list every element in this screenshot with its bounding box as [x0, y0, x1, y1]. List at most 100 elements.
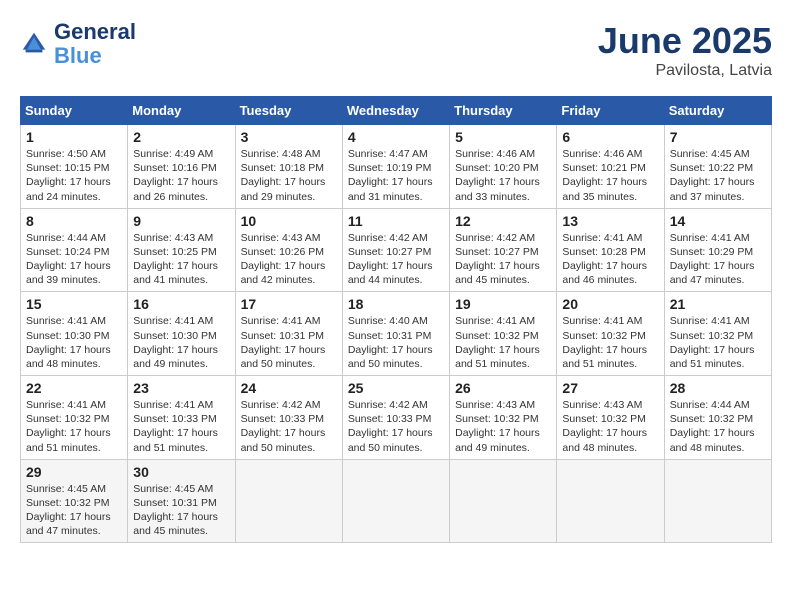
table-row: 2Sunrise: 4:49 AMSunset: 10:16 PMDayligh…: [128, 125, 235, 209]
day-number: 17: [241, 296, 337, 312]
day-number: 13: [562, 213, 658, 229]
day-info: Sunrise: 4:42 AMSunset: 10:33 PMDaylight…: [241, 398, 337, 455]
table-row: 22Sunrise: 4:41 AMSunset: 10:32 PMDaylig…: [21, 376, 128, 460]
calendar-title: June 2025: [598, 20, 772, 62]
table-row: 15 Sunrise: 4:41 AMSunset: 10:30 PMDaylig…: [21, 292, 128, 376]
day-info: Sunrise: 4:41 AMSunset: 10:31 PMDaylight…: [241, 314, 337, 371]
day-number: 28: [670, 380, 766, 396]
table-row: 6Sunrise: 4:46 AMSunset: 10:21 PMDayligh…: [557, 125, 664, 209]
table-row: [557, 459, 664, 543]
day-number: 14: [670, 213, 766, 229]
calendar-row: 8 Sunrise: 4:44 AMSunset: 10:24 PMDayligh…: [21, 208, 772, 292]
day-info: Sunrise: 4:48 AMSunset: 10:18 PMDaylight…: [241, 147, 337, 204]
day-number: 29: [26, 464, 122, 480]
day-number: 6: [562, 129, 658, 145]
col-thursday: Thursday: [450, 97, 557, 125]
table-row: 8 Sunrise: 4:44 AMSunset: 10:24 PMDayligh…: [21, 208, 128, 292]
page-header: General Blue June 2025 Pavilosta, Latvia: [20, 20, 772, 80]
calendar-row: 1Sunrise: 4:50 AMSunset: 10:15 PMDayligh…: [21, 125, 772, 209]
day-number: 19: [455, 296, 551, 312]
table-row: 12Sunrise: 4:42 AMSunset: 10:27 PMDaylig…: [450, 208, 557, 292]
col-monday: Monday: [128, 97, 235, 125]
col-sunday: Sunday: [21, 97, 128, 125]
day-number: 3: [241, 129, 337, 145]
day-info: Sunrise: 4:40 AMSunset: 10:31 PMDaylight…: [348, 314, 444, 371]
day-number: 23: [133, 380, 229, 396]
day-info: Sunrise: 4:41 AMSunset: 10:30 PMDaylight…: [133, 314, 229, 371]
calendar-row: 15 Sunrise: 4:41 AMSunset: 10:30 PMDaylig…: [21, 292, 772, 376]
day-info: Sunrise: 4:47 AMSunset: 10:19 PMDaylight…: [348, 147, 444, 204]
table-row: [664, 459, 771, 543]
table-row: 1Sunrise: 4:50 AMSunset: 10:15 PMDayligh…: [21, 125, 128, 209]
day-number: 8: [26, 213, 122, 229]
calendar-table: Sunday Monday Tuesday Wednesday Thursday…: [20, 96, 772, 543]
day-number: 25: [348, 380, 444, 396]
table-row: [450, 459, 557, 543]
col-wednesday: Wednesday: [342, 97, 449, 125]
table-row: 29 Sunrise: 4:45 AMSunset: 10:32 PMDaylig…: [21, 459, 128, 543]
table-row: 11Sunrise: 4:42 AMSunset: 10:27 PMDaylig…: [342, 208, 449, 292]
table-row: 19 Sunrise: 4:41 AMSunset: 10:32 PMDaylig…: [450, 292, 557, 376]
day-info: Sunrise: 4:46 AMSunset: 10:20 PMDaylight…: [455, 147, 551, 204]
table-row: 3 Sunrise: 4:48 AMSunset: 10:18 PMDayligh…: [235, 125, 342, 209]
calendar-row: 22Sunrise: 4:41 AMSunset: 10:32 PMDaylig…: [21, 376, 772, 460]
table-row: 23 Sunrise: 4:41 AMSunset: 10:33 PMDaylig…: [128, 376, 235, 460]
day-info: Sunrise: 4:41 AMSunset: 10:32 PMDaylight…: [562, 314, 658, 371]
table-row: [342, 459, 449, 543]
calendar-row: 29 Sunrise: 4:45 AMSunset: 10:32 PMDaylig…: [21, 459, 772, 543]
table-row: 25 Sunrise: 4:42 AMSunset: 10:33 PMDaylig…: [342, 376, 449, 460]
table-row: 9Sunrise: 4:43 AMSunset: 10:25 PMDayligh…: [128, 208, 235, 292]
day-number: 26: [455, 380, 551, 396]
table-row: 7Sunrise: 4:45 AMSunset: 10:22 PMDayligh…: [664, 125, 771, 209]
table-row: 16Sunrise: 4:41 AMSunset: 10:30 PMDaylig…: [128, 292, 235, 376]
calendar-header-row: Sunday Monday Tuesday Wednesday Thursday…: [21, 97, 772, 125]
day-info: Sunrise: 4:41 AMSunset: 10:32 PMDaylight…: [455, 314, 551, 371]
day-number: 15: [26, 296, 122, 312]
day-info: Sunrise: 4:43 AMSunset: 10:32 PMDaylight…: [455, 398, 551, 455]
day-info: Sunrise: 4:45 AMSunset: 10:31 PMDaylight…: [133, 482, 229, 539]
day-number: 5: [455, 129, 551, 145]
day-info: Sunrise: 4:42 AMSunset: 10:27 PMDaylight…: [455, 231, 551, 288]
table-row: 27Sunrise: 4:43 AMSunset: 10:32 PMDaylig…: [557, 376, 664, 460]
day-number: 18: [348, 296, 444, 312]
day-number: 7: [670, 129, 766, 145]
day-info: Sunrise: 4:42 AMSunset: 10:33 PMDaylight…: [348, 398, 444, 455]
table-row: 28 Sunrise: 4:44 AMSunset: 10:32 PMDaylig…: [664, 376, 771, 460]
day-info: Sunrise: 4:49 AMSunset: 10:16 PMDaylight…: [133, 147, 229, 204]
table-row: 10Sunrise: 4:43 AMSunset: 10:26 PMDaylig…: [235, 208, 342, 292]
day-info: Sunrise: 4:41 AMSunset: 10:32 PMDaylight…: [670, 314, 766, 371]
day-info: Sunrise: 4:41 AMSunset: 10:29 PMDaylight…: [670, 231, 766, 288]
table-row: [235, 459, 342, 543]
logo-text: General Blue: [54, 20, 136, 68]
table-row: 17 Sunrise: 4:41 AMSunset: 10:31 PMDaylig…: [235, 292, 342, 376]
table-row: 14 Sunrise: 4:41 AMSunset: 10:29 PMDaylig…: [664, 208, 771, 292]
day-info: Sunrise: 4:50 AMSunset: 10:15 PMDaylight…: [26, 147, 122, 204]
day-number: 11: [348, 213, 444, 229]
day-info: Sunrise: 4:41 AMSunset: 10:33 PMDaylight…: [133, 398, 229, 455]
day-info: Sunrise: 4:45 AMSunset: 10:32 PMDaylight…: [26, 482, 122, 539]
day-info: Sunrise: 4:41 AMSunset: 10:32 PMDaylight…: [26, 398, 122, 455]
logo-icon: [20, 30, 48, 58]
title-block: June 2025 Pavilosta, Latvia: [598, 20, 772, 80]
day-info: Sunrise: 4:43 AMSunset: 10:26 PMDaylight…: [241, 231, 337, 288]
day-info: Sunrise: 4:44 AMSunset: 10:32 PMDaylight…: [670, 398, 766, 455]
table-row: 30 Sunrise: 4:45 AMSunset: 10:31 PMDaylig…: [128, 459, 235, 543]
table-row: 26 Sunrise: 4:43 AMSunset: 10:32 PMDaylig…: [450, 376, 557, 460]
day-number: 20: [562, 296, 658, 312]
day-info: Sunrise: 4:41 AMSunset: 10:28 PMDaylight…: [562, 231, 658, 288]
day-number: 24: [241, 380, 337, 396]
day-info: Sunrise: 4:44 AMSunset: 10:24 PMDaylight…: [26, 231, 122, 288]
col-saturday: Saturday: [664, 97, 771, 125]
day-info: Sunrise: 4:43 AMSunset: 10:32 PMDaylight…: [562, 398, 658, 455]
col-tuesday: Tuesday: [235, 97, 342, 125]
logo: General Blue: [20, 20, 136, 68]
table-row: 13 Sunrise: 4:41 AMSunset: 10:28 PMDaylig…: [557, 208, 664, 292]
table-row: 20 Sunrise: 4:41 AMSunset: 10:32 PMDaylig…: [557, 292, 664, 376]
col-friday: Friday: [557, 97, 664, 125]
calendar-subtitle: Pavilosta, Latvia: [598, 62, 772, 80]
day-info: Sunrise: 4:43 AMSunset: 10:25 PMDaylight…: [133, 231, 229, 288]
day-number: 21: [670, 296, 766, 312]
day-info: Sunrise: 4:41 AMSunset: 10:30 PMDaylight…: [26, 314, 122, 371]
day-number: 30: [133, 464, 229, 480]
table-row: 24 Sunrise: 4:42 AMSunset: 10:33 PMDaylig…: [235, 376, 342, 460]
